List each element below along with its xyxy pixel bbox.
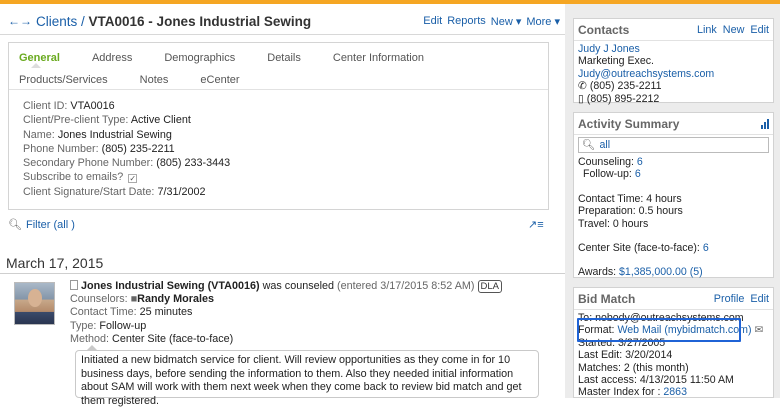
bar-chart-icon[interactable] — [761, 118, 769, 129]
page-header: ←→ Clients / VTA0016 - Jones Industrial … — [8, 13, 560, 29]
bidmatch-profile-button[interactable]: Profile — [714, 293, 745, 305]
center-site-count-link[interactable]: 6 — [703, 242, 709, 254]
activity-center-site: Center Site (face-to-face): 6 — [578, 242, 709, 255]
bidmatch-edit-button[interactable]: Edit — [750, 293, 769, 305]
document-icon — [70, 280, 78, 290]
tab-notes[interactable]: Notes — [140, 73, 169, 87]
tab-divider — [9, 89, 548, 90]
bidmatch-header: Bid Match Profile Edit — [574, 288, 773, 310]
activity-travel: Travel: 0 hours — [578, 217, 649, 230]
activity-title: Activity Summary — [578, 116, 680, 131]
edit-link[interactable]: Edit — [423, 15, 442, 28]
bidmatch-title: Bid Match — [578, 291, 636, 306]
reports-link[interactable]: Reports — [447, 15, 486, 28]
tab-center-information[interactable]: Center Information — [333, 51, 424, 65]
contacts-edit-button[interactable]: Edit — [750, 24, 769, 36]
search-icon: 🔍︎ — [582, 138, 596, 151]
main-content: ←→ Clients / VTA0016 - Jones Industrial … — [0, 4, 565, 407]
breadcrumb-separator: / — [77, 13, 89, 29]
counselor-avatar — [14, 282, 55, 325]
contacts-new-button[interactable]: New — [723, 24, 745, 36]
field-secondary-phone: Secondary Phone Number: (805) 233-3443 — [23, 157, 231, 170]
entry-counselors: Counselors: ■Randy Morales — [70, 293, 214, 306]
contacts-panel: Contacts Link New Edit Judy J Jones Mark… — [573, 18, 774, 105]
search-icon: 🔍︎ — [8, 219, 22, 231]
dla-badge[interactable]: DLA — [477, 280, 502, 293]
header-divider — [0, 34, 565, 35]
entry-contact-time: Contact Time: 25 minutes — [70, 306, 193, 319]
entry-note-bubble: Initiated a new bidmatch service for cli… — [75, 345, 539, 407]
tab-products-services[interactable]: Products/Services — [19, 73, 108, 87]
entry-timestamp: (entered 3/17/2015 8:52 AM) — [337, 280, 475, 292]
header-actions: Edit Reports New ▾ More ▾ — [423, 15, 560, 28]
filter-link[interactable]: Filter (all ) — [26, 219, 75, 231]
contact-name-link[interactable]: Judy J Jones — [578, 43, 640, 55]
bidmatch-matches: Matches: 2 (this month) — [578, 361, 689, 374]
activity-awards: Awards: $1,385,000.00 (5) — [578, 266, 703, 279]
counseling-count-link[interactable]: 6 — [637, 156, 643, 168]
general-fields: Client ID: VTA0016 Client/Pre-client Typ… — [23, 99, 230, 199]
active-tab-caret — [31, 63, 41, 68]
breadcrumb-clients-link[interactable]: Clients — [36, 14, 77, 29]
right-sidebar: Contacts Link New Edit Judy J Jones Mark… — [565, 4, 780, 398]
counselor-name: Randy Morales — [137, 293, 214, 306]
page-title: Clients / VTA0016 - Jones Industrial Sew… — [36, 14, 311, 29]
contacts-body: Judy J Jones Marketing Exec. Judy@outrea… — [574, 41, 773, 107]
contacts-header: Contacts Link New Edit — [574, 19, 773, 41]
activity-header: Activity Summary — [574, 113, 773, 135]
tab-address[interactable]: Address — [92, 51, 132, 65]
followup-count-link[interactable]: 6 — [635, 168, 641, 180]
field-phone: Phone Number: (805) 235-2211 — [23, 142, 175, 155]
filter-control[interactable]: 🔍︎ Filter (all ) — [8, 218, 75, 232]
field-client-id: Client ID: VTA0016 — [23, 100, 115, 112]
bid-match-panel: Bid Match Profile Edit To: nobody@outrea… — [573, 287, 774, 398]
field-name: Name: Jones Industrial Sewing — [23, 128, 172, 141]
phone-icon: ✆ — [578, 80, 587, 93]
bidmatch-master-index: Master Index for : 2863 — [578, 386, 687, 399]
field-subscribe-emails: Subscribe to emails? ✓ — [23, 171, 138, 184]
timeline-entry: Jones Industrial Sewing (VTA0016) was co… — [70, 280, 550, 346]
expand-list-icon[interactable]: ↗≡ — [528, 218, 544, 231]
activity-followup: Follow-up: 6 — [583, 168, 641, 181]
detail-tabs: General Address Demographics Details Cen… — [19, 51, 539, 87]
awards-link[interactable]: $1,385,000.00 (5) — [619, 266, 703, 278]
activity-body: 🔍︎ all Counseling: 6 Follow-up: 6 Contact… — [574, 135, 773, 281]
activity-summary-panel: Activity Summary 🔍︎ all Counseling: 6 Fol… — [573, 112, 774, 278]
entry-headline: Jones Industrial Sewing (VTA0016) was co… — [70, 280, 550, 293]
master-index-link[interactable]: 2863 — [663, 386, 687, 398]
tab-ecenter[interactable]: eCenter — [200, 73, 239, 87]
format-highlight-box — [577, 318, 741, 342]
tab-general[interactable]: General — [19, 51, 60, 68]
contact-phone-2: ▯ (805) 895-2212 — [578, 92, 660, 105]
client-title: VTA0016 - Jones Industrial Sewing — [88, 13, 312, 29]
new-dropdown[interactable]: New ▾ — [491, 15, 522, 28]
activity-counseling: Counseling: 6 — [578, 156, 643, 168]
client-detail-card: General Address Demographics Details Cen… — [8, 42, 549, 210]
contact-phone-1: ✆ (805) 235-2211 — [578, 80, 662, 93]
entry-type: Type: Follow-up — [70, 319, 147, 332]
contact-email-link[interactable]: Judy@outreachsystems.com — [578, 68, 714, 80]
field-signature-date: Client Signature/Start Date: 7/31/2002 — [23, 185, 206, 198]
activity-contact-time: Contact Time: 4 hours — [578, 192, 682, 205]
bidmatch-last-edit: Last Edit: 3/20/2014 — [578, 349, 673, 362]
contacts-link-button[interactable]: Link — [697, 24, 717, 36]
tab-details[interactable]: Details — [267, 51, 301, 65]
timeline-date-heading: March 17, 2015 — [6, 255, 104, 271]
contacts-title: Contacts — [578, 22, 630, 37]
tab-demographics[interactable]: Demographics — [164, 51, 235, 65]
activity-filter-input[interactable]: 🔍︎ all — [578, 137, 769, 153]
subscribe-checkbox: ✓ — [128, 174, 138, 184]
activity-preparation: Preparation: 0.5 hours — [578, 205, 683, 218]
mail-icon[interactable]: ✉ — [754, 324, 763, 336]
field-client-type: Client/Pre-client Type: Active Client — [23, 114, 191, 127]
entry-method: Method: Center Site (face-to-face) — [70, 332, 234, 345]
contact-role: Marketing Exec. — [578, 55, 654, 68]
more-dropdown[interactable]: More ▾ — [526, 15, 560, 28]
mobile-phone-icon: ▯ — [578, 92, 584, 105]
bidmatch-last-access: Last access: 4/13/2015 11:50 AM — [578, 374, 734, 387]
entry-client-link[interactable]: Jones Industrial Sewing (VTA0016) — [81, 280, 260, 292]
back-forward-arrows-icon[interactable]: ←→ — [8, 14, 32, 28]
timeline-divider — [0, 273, 565, 274]
